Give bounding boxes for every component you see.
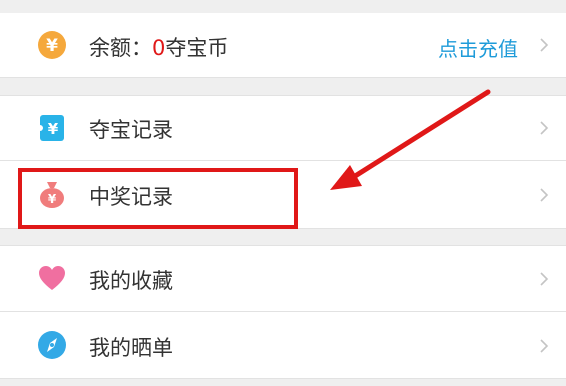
- yuan-coin-icon: ¥: [37, 30, 67, 60]
- menu-item-treasure-records[interactable]: ¥ 夺宝记录: [0, 96, 566, 160]
- balance-label: 余额：0夺宝币: [89, 32, 228, 62]
- menu-item-favorites[interactable]: 我的收藏: [0, 246, 566, 311]
- menu-item-label: 我的晒单: [89, 336, 173, 360]
- menu-item-label: 夺宝记录: [89, 118, 173, 142]
- balance-unit: 夺宝币: [165, 36, 229, 60]
- svg-text:¥: ¥: [48, 120, 59, 138]
- yuan-ticket-icon: ¥: [37, 113, 67, 143]
- menu-item-label: 中奖记录: [89, 185, 173, 209]
- chevron-right-icon: [536, 120, 552, 136]
- balance-amount: 0: [152, 36, 166, 60]
- menu-item-winning-records[interactable]: ¥ 中奖记录: [0, 161, 566, 228]
- heart-icon: [37, 263, 67, 293]
- menu-item-my-shares[interactable]: 我的晒单: [0, 312, 566, 378]
- chevron-right-icon: [536, 37, 552, 53]
- menu-item-label: 我的收藏: [89, 269, 173, 293]
- svg-text:¥: ¥: [48, 192, 57, 206]
- balance-row[interactable]: ¥ 余额：0夺宝币 点击充值: [0, 13, 566, 77]
- compass-icon: [37, 330, 67, 360]
- balance-prefix: 余额：: [89, 36, 152, 60]
- chevron-right-icon: [536, 187, 552, 203]
- svg-text:¥: ¥: [46, 36, 58, 56]
- chevron-right-icon: [536, 271, 552, 287]
- recharge-link[interactable]: 点击充值: [438, 33, 518, 62]
- chevron-right-icon: [536, 338, 552, 354]
- money-bag-icon: ¥: [37, 179, 67, 209]
